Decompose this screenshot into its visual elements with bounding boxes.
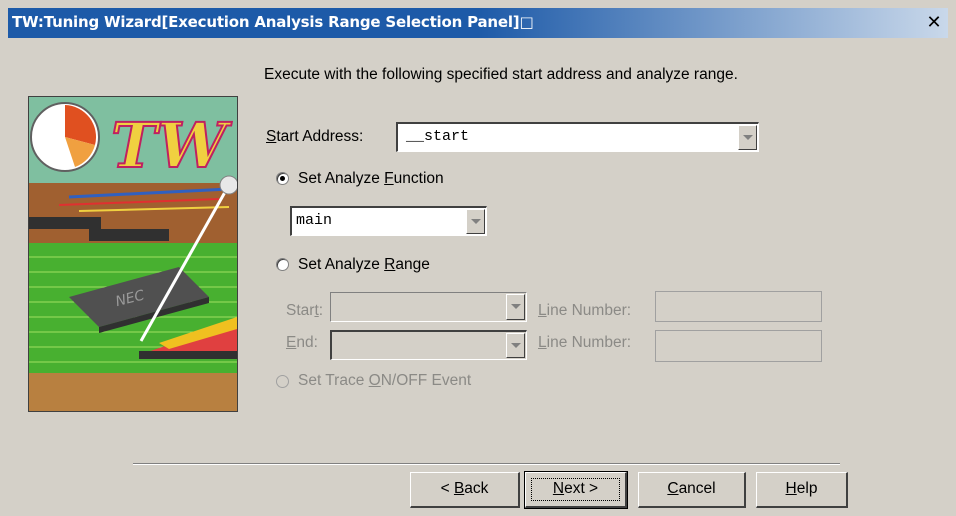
analyze-range-label[interactable]: Set Analyze Range — [298, 256, 430, 274]
range-start-line-number-input[interactable] — [655, 291, 822, 322]
button-separator — [133, 463, 840, 465]
analyze-range-radio[interactable] — [276, 258, 289, 271]
range-start-label: Start: — [286, 302, 324, 319]
range-end-combo[interactable] — [330, 330, 527, 360]
help-button[interactable]: Help — [756, 472, 848, 508]
analyze-function-value: main — [296, 212, 333, 229]
chevron-down-icon[interactable] — [738, 125, 757, 150]
cancel-button[interactable]: Cancel — [638, 472, 746, 508]
range-end-line-number-input[interactable] — [655, 330, 822, 362]
start-address-combo[interactable]: __start — [396, 122, 759, 152]
analyze-function-radio[interactable] — [276, 172, 289, 185]
start-address-label: Start Address: — [266, 128, 364, 145]
range-start-line-number-label: Line Number: — [538, 302, 632, 319]
range-end-label: End: — [286, 334, 318, 351]
next-button[interactable]: Next > — [524, 471, 628, 509]
chevron-down-icon[interactable] — [466, 209, 485, 234]
tuning-wizard-dialog: TW:Tuning Wizard[Execution Analysis Rang… — [0, 0, 956, 516]
trace-event-radio[interactable] — [276, 375, 289, 388]
range-end-line-number-label: Line Number: — [538, 334, 632, 351]
art-brand-text: TW — [111, 109, 232, 182]
analyze-function-label[interactable]: Set Analyze Function — [298, 170, 444, 188]
instruction-text: Execute with the following specified sta… — [264, 66, 738, 83]
trace-event-label: Set Trace ON/OFF Event — [298, 372, 472, 389]
range-start-combo[interactable] — [330, 292, 527, 322]
chevron-down-icon[interactable] — [506, 333, 525, 358]
wizard-illustration: TW NEC — [28, 96, 239, 412]
focus-rectangle — [531, 478, 620, 501]
window-title: TW:Tuning Wizard[Execution Analysis Rang… — [12, 13, 534, 31]
title-bar[interactable]: TW:Tuning Wizard[Execution Analysis Rang… — [8, 8, 948, 38]
analyze-function-combo[interactable]: main — [290, 206, 487, 236]
start-address-value: __start — [406, 128, 470, 145]
back-button[interactable]: < Back — [410, 472, 520, 508]
close-icon[interactable]: ✕ — [924, 14, 944, 32]
chevron-down-icon[interactable] — [506, 294, 525, 320]
